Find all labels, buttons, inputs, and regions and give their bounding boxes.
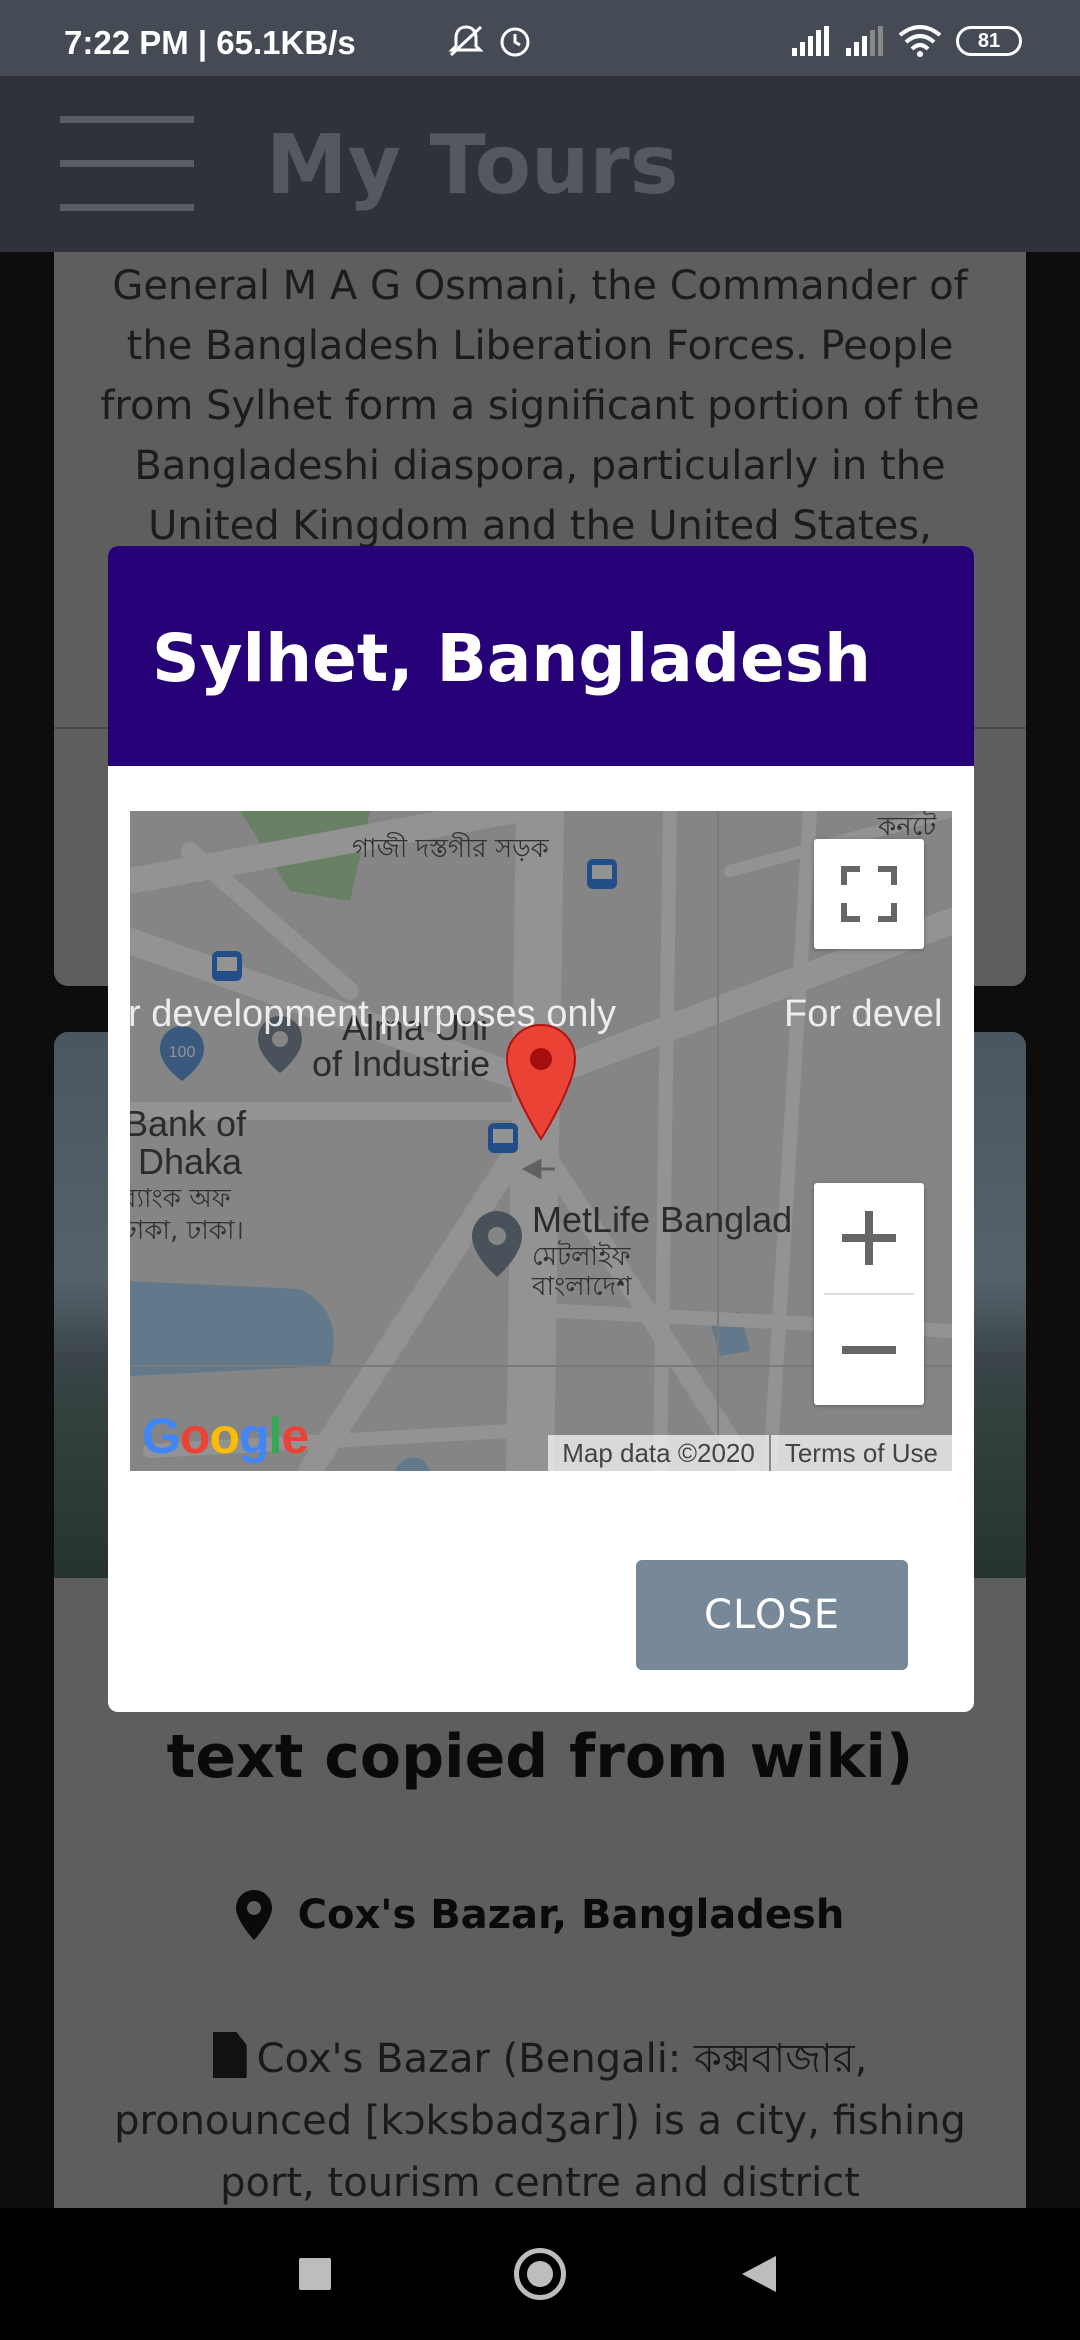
signal-icon: [792, 26, 829, 56]
tour-title: text copied from wiki): [166, 1722, 914, 1792]
zoom-out-button[interactable]: [814, 1295, 924, 1405]
battery-indicator: 81: [956, 26, 1022, 56]
hamburger-menu-icon[interactable]: [60, 116, 194, 212]
alarm-icon: [500, 27, 530, 57]
system-nav-bar: [0, 2208, 1080, 2340]
minus-icon: [842, 1346, 896, 1354]
tour-description: General M A G Osmani, the Commander of t…: [100, 263, 980, 549]
dev-watermark: For devel: [784, 993, 943, 1035]
recent-apps-icon[interactable]: [299, 2258, 331, 2290]
status-icons: 81: [448, 24, 1022, 58]
signal-icon-2: [846, 26, 883, 56]
location-pin-icon[interactable]: [504, 1023, 578, 1141]
tour-location-label: Cox's Bazar, Bangladesh: [297, 1892, 845, 1938]
tour-description: Cox's Bazar (Bengali: কক্সবাজার, pronoun…: [104, 2028, 976, 2208]
home-icon[interactable]: [514, 2248, 566, 2300]
map-attribution: Map data ©2020 Terms of Use: [548, 1435, 952, 1471]
mute-notification-icon: [448, 25, 484, 57]
app-bar: My Tours: [0, 76, 1080, 252]
app-title: My Tours: [266, 118, 679, 213]
status-bar: 7:22 PM | 65.1KB/s 81: [0, 0, 1080, 76]
google-logo: Google: [142, 1408, 309, 1464]
back-icon[interactable]: [742, 2256, 776, 2292]
tour-location[interactable]: Cox's Bazar, Bangladesh: [54, 1890, 1026, 1940]
map-data-label: Map data ©2020: [562, 1438, 755, 1468]
dialog-title: Sylhet, Bangladesh: [152, 620, 872, 697]
location-map-dialog: Sylhet, Bangladesh r development purpose…: [108, 546, 974, 1712]
document-icon: [212, 2032, 247, 2078]
zoom-in-button[interactable]: [814, 1183, 924, 1293]
dialog-header: Sylhet, Bangladesh: [108, 546, 974, 766]
map-marker-icon: [235, 1890, 272, 1940]
fullscreen-icon: [841, 866, 897, 922]
plus-icon: [842, 1211, 896, 1265]
status-time: 7:22 PM | 65.1KB/s: [64, 24, 356, 61]
fullscreen-button[interactable]: [814, 839, 924, 949]
zoom-controls: [814, 1183, 924, 1405]
close-button[interactable]: CLOSE: [636, 1560, 908, 1670]
terms-of-use-link[interactable]: Terms of Use: [771, 1435, 952, 1471]
map-view[interactable]: 100 গাজী দস্তগীর সড়ক কনটে Alma Uni of I…: [130, 811, 952, 1471]
wifi-icon: [898, 25, 942, 57]
